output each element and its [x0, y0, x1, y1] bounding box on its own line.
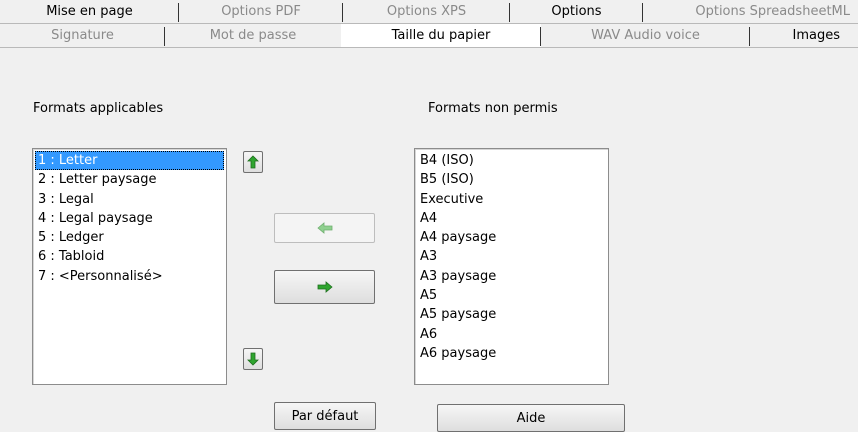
list-item[interactable]: A4 paysage — [417, 228, 606, 247]
green-arrow-right-icon — [317, 281, 333, 293]
tab-label: Options SpreadsheetML — [695, 4, 850, 19]
list-item[interactable]: Executive — [417, 190, 606, 209]
tab-options[interactable]: Options — [510, 0, 643, 24]
list-item[interactable]: 5 : Ledger — [35, 228, 224, 247]
tab-label: WAV Audio voice — [591, 28, 700, 43]
default-button[interactable]: Par défaut — [274, 402, 376, 430]
green-arrow-up-icon — [247, 155, 259, 169]
tab-label: Options XPS — [386, 4, 467, 19]
tab-mise-en-page[interactable]: Mise en page — [0, 0, 179, 24]
list-item[interactable]: A4 — [417, 209, 606, 228]
tab-options-pdf[interactable]: Options PDF — [179, 0, 343, 24]
move-up-button[interactable] — [243, 151, 263, 173]
move-down-button[interactable] — [243, 348, 263, 370]
list-item[interactable]: 7 : <Personnalisé> — [35, 267, 224, 286]
default-button-label: Par défaut — [291, 408, 359, 424]
tab-divider — [0, 47, 858, 48]
tab-options-xps[interactable]: Options XPS — [343, 0, 510, 24]
tab-signature[interactable]: Signature — [0, 24, 165, 48]
formats-non-permis-list[interactable]: B4 (ISO) B5 (ISO) Executive A4 A4 paysag… — [414, 148, 609, 385]
tab-label: Mise en page — [46, 4, 133, 19]
list-item[interactable]: 6 : Tabloid — [35, 247, 224, 266]
green-arrow-down-icon — [247, 352, 259, 366]
tab-label: Images — [792, 28, 841, 43]
list-item[interactable]: 3 : Legal — [35, 190, 224, 209]
formats-non-permis-label: Formats non permis — [428, 101, 558, 116]
tab-label: Mot de passe — [209, 28, 297, 43]
list-item[interactable]: A5 — [417, 286, 606, 305]
tab-row-top: Mise en page Options PDF Options XPS Opt… — [0, 0, 858, 24]
tab-label: Signature — [51, 28, 114, 43]
formats-applicables-label: Formats applicables — [33, 101, 164, 116]
tab-mot-de-passe[interactable]: Mot de passe — [165, 24, 341, 48]
tab-images[interactable]: Images — [750, 24, 858, 48]
list-item[interactable]: 4 : Legal paysage — [35, 209, 224, 228]
list-item[interactable]: B5 (ISO) — [417, 170, 606, 189]
tab-row-bottom: Signature Mot de passe Taille du papier … — [0, 24, 858, 48]
list-item[interactable]: B4 (ISO) — [417, 151, 606, 170]
formats-applicables-list[interactable]: 1 : Letter 2 : Letter paysage 3 : Legal … — [32, 148, 227, 385]
list-item[interactable]: 2 : Letter paysage — [35, 170, 224, 189]
move-right-button[interactable] — [274, 270, 375, 304]
list-item[interactable]: A3 paysage — [417, 267, 606, 286]
tab-options-spreadsheetml[interactable]: Options SpreadsheetML — [643, 0, 858, 24]
list-item[interactable]: 1 : Letter — [35, 151, 224, 171]
list-item[interactable]: A3 — [417, 247, 606, 266]
tab-label: Taille du papier — [391, 28, 491, 43]
list-item[interactable]: A6 paysage — [417, 344, 606, 363]
tab-label: Options PDF — [221, 4, 301, 19]
tab-taille-du-papier[interactable]: Taille du papier — [341, 24, 541, 48]
help-button[interactable]: Aide — [437, 404, 625, 432]
help-button-label: Aide — [516, 410, 546, 426]
green-arrow-left-icon — [316, 222, 333, 234]
list-item[interactable]: A6 — [417, 325, 606, 344]
tab-label: Options — [551, 4, 602, 19]
tab-wav-audio-voice[interactable]: WAV Audio voice — [541, 24, 750, 48]
move-left-button[interactable] — [274, 213, 375, 243]
list-item[interactable]: A5 paysage — [417, 305, 606, 324]
